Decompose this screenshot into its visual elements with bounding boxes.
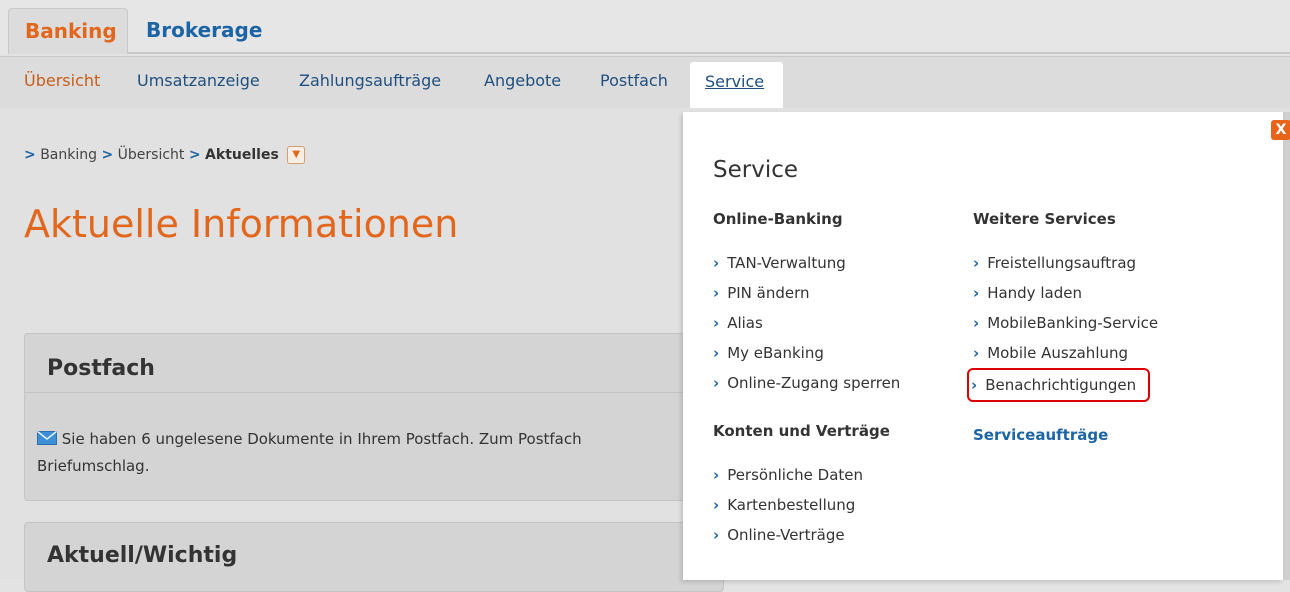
chevron-right-icon: > [101,147,114,163]
tab-banking[interactable]: Banking [8,8,128,54]
nav-item-zahlungsauftraege[interactable]: Zahlungsaufträge [299,71,441,90]
breadcrumb-uebersicht[interactable]: Übersicht [118,147,185,163]
main-nav: Übersicht Umsatzanzeige Zahlungsaufträge… [0,56,1290,109]
highlight-box: › Benachrichtigungen [967,368,1151,402]
chevron-right-icon: › [713,344,720,362]
postfach-message-line2: Briefumschlag. [37,456,150,475]
link-freistellungsauftrag[interactable]: › Freistellungsauftrag [973,248,1158,278]
nav-item-service[interactable]: Service [690,62,783,112]
weitere-services-column: Weitere Services › Freistellungsauftrag ›… [967,210,1158,444]
link-kartenbestellung[interactable]: › Kartenbestellung [713,490,900,520]
link-handy-laden[interactable]: › Handy laden [973,278,1158,308]
scroll-edge [1283,112,1290,580]
envelope-icon[interactable] [37,427,57,453]
nav-item-uebersicht[interactable]: Übersicht [24,71,100,90]
link-alias[interactable]: › Alias [713,308,900,338]
top-divider [128,52,1290,54]
link-mobile-auszahlung[interactable]: › Mobile Auszahlung [973,338,1158,368]
service-menu-title: Service [713,157,799,183]
link-tan-verwaltung[interactable]: › TAN-Verwaltung [713,248,900,278]
chevron-right-icon: › [971,376,978,394]
link-serviceauftraege[interactable]: Serviceaufträge [973,426,1158,444]
link-mobilebanking-service[interactable]: › MobileBanking-Service [973,308,1158,338]
chevron-right-icon: › [973,254,980,272]
panel-divider [25,392,723,393]
chevron-down-icon[interactable]: ▼ [287,146,306,164]
link-my-ebanking[interactable]: › My eBanking [713,338,900,368]
breadcrumb-aktuelles: Aktuelles [205,147,279,163]
link-persoenliche-daten[interactable]: › Persönliche Daten [713,460,900,490]
chevron-right-icon: › [713,374,720,392]
online-banking-column: Online-Banking › TAN-Verwaltung › PIN ände… [713,210,900,550]
page-title: Aktuelle Informationen [24,202,459,246]
chevron-right-icon: › [713,314,720,332]
nav-item-angebote[interactable]: Angebote [484,71,561,90]
chevron-right-icon: › [713,526,720,544]
chevron-right-icon: › [713,466,720,484]
breadcrumb: > Banking > Übersicht > Aktuelles ▼ [24,146,306,164]
postfach-message-line1: Sie haben 6 ungelesene Dokumente in Ihre… [61,430,582,448]
chevron-right-icon: › [713,284,720,302]
chevron-right-icon: › [973,284,980,302]
close-icon[interactable]: X [1271,120,1290,140]
breadcrumb-banking[interactable]: Banking [40,147,97,163]
weitere-services-heading: Weitere Services [973,210,1116,228]
aktuell-panel: Aktuell/Wichtig [24,522,724,592]
postfach-message: Sie haben 6 ungelesene Dokumente in Ihre… [37,426,697,479]
chevron-right-icon: › [713,254,720,272]
chevron-right-icon: › [713,496,720,514]
link-online-zugang-sperren[interactable]: › Online-Zugang sperren [713,368,900,398]
chevron-right-icon: > [188,147,201,163]
nav-item-service-label: Service [705,72,765,91]
chevron-right-icon: > [24,147,36,163]
nav-item-postfach[interactable]: Postfach [600,71,668,90]
online-banking-heading: Online-Banking [713,210,843,228]
tab-brokerage[interactable]: Brokerage [132,8,276,54]
aktuell-title: Aktuell/Wichtig [47,543,238,568]
top-bar: Banking Brokerage [0,0,1290,54]
link-pin-aendern[interactable]: › PIN ändern [713,278,900,308]
postfach-panel: Postfach Sie haben 6 ungelesene Dokument… [24,333,724,501]
service-dropdown: X Service Online-Banking › TAN-Verwaltung… [683,112,1290,580]
chevron-right-icon: › [973,314,980,332]
nav-item-umsatzanzeige[interactable]: Umsatzanzeige [137,71,260,90]
chevron-right-icon: › [973,344,980,362]
postfach-title: Postfach [47,356,155,381]
link-online-vertraege[interactable]: › Online-Verträge [713,520,900,550]
link-benachrichtigungen[interactable]: › Benachrichtigungen [967,368,1158,402]
konten-heading: Konten und Verträge [713,422,890,440]
